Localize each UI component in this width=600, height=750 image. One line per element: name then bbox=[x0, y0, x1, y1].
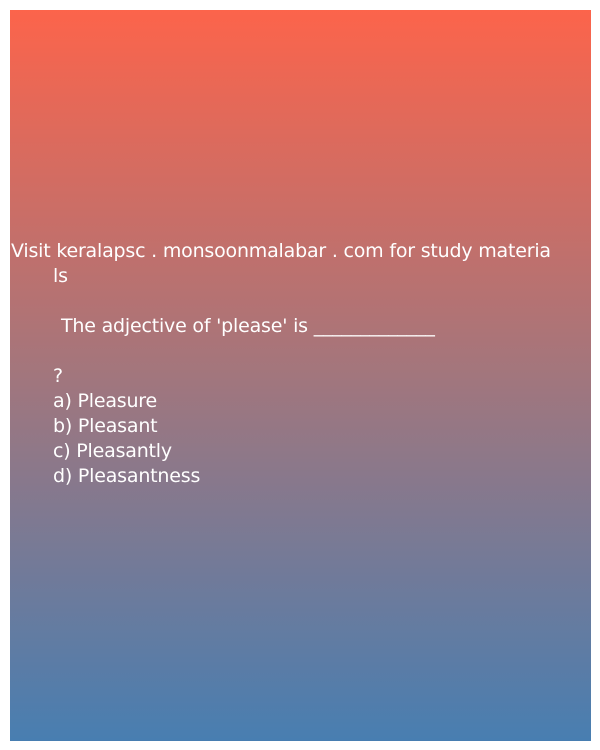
options-list: a) Pleasure b) Pleasant c) Pleasantly d)… bbox=[53, 389, 200, 489]
option-d: d) Pleasantness bbox=[53, 465, 201, 487]
question-mark: ? bbox=[53, 365, 63, 387]
option-a: a) Pleasure bbox=[53, 390, 157, 412]
source-text-continued: ls bbox=[53, 265, 68, 287]
source-text: Visit keralapsc . monsoonmalabar . com f… bbox=[11, 240, 551, 262]
option-b: b) Pleasant bbox=[53, 415, 158, 437]
question-card: Visit keralapsc . monsoonmalabar . com f… bbox=[10, 10, 591, 741]
option-c: c) Pleasantly bbox=[53, 440, 172, 462]
question-text: The adjective of 'please' is ___________… bbox=[61, 315, 435, 337]
